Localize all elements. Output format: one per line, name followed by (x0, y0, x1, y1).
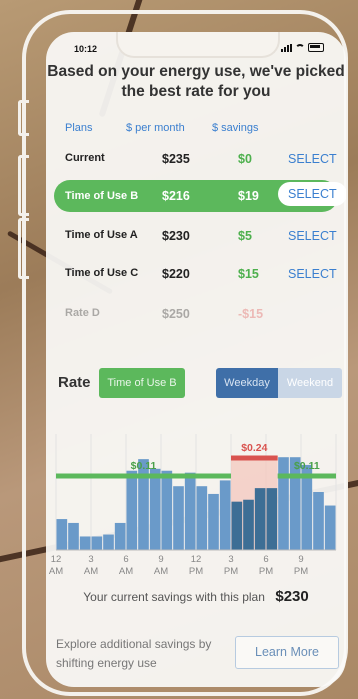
usage-bar (196, 486, 208, 550)
x-tick-label: AM (119, 566, 133, 577)
rate-label: $0.11 (131, 460, 157, 472)
plan-savings: -$15 (238, 307, 264, 321)
wifi-icon (295, 44, 305, 51)
plan-cost: $250 (162, 307, 190, 321)
x-tick-label: PM (259, 566, 273, 577)
signal-icon (281, 43, 292, 52)
usage-bar (79, 536, 91, 550)
usage-bar (149, 468, 161, 550)
plan-name: Rate D (65, 307, 100, 319)
usage-bar (313, 492, 324, 550)
usage-bar (219, 480, 231, 550)
usage-bar (254, 488, 266, 550)
usage-bar (184, 472, 196, 550)
explore-text: Explore additional savings by shifting e… (56, 637, 212, 670)
plan-cost: $235 (162, 152, 190, 166)
weekend-toggle[interactable]: Weekend (278, 368, 342, 398)
plan-savings: $0 (238, 152, 252, 166)
usage-rate-chart: $0.11$0.24$0.1112AM3AM6AM9AM12PM3PM6PM9P… (49, 434, 337, 577)
plan-cost: $230 (162, 229, 190, 243)
usage-bar (56, 519, 68, 550)
status-icons (281, 43, 324, 52)
plan-row-time-of-use-b: Time of Use B $216 $19 SELECT (54, 180, 346, 212)
side-button (18, 155, 29, 216)
x-tick-label: 12 (191, 554, 202, 565)
x-tick-label: 9 (158, 554, 163, 565)
usage-bar (161, 470, 173, 550)
plan-cost: $220 (162, 267, 190, 281)
status-time: 10:12 (74, 44, 98, 54)
usage-bar (91, 536, 103, 550)
usage-bar (266, 488, 278, 550)
plan-row-time-of-use-a: Time of Use A $230 $5 SELECT (46, 221, 346, 249)
plan-row-current: Current $235 $0 SELECT (46, 144, 346, 172)
battery-icon (308, 43, 324, 52)
x-tick-label: AM (84, 566, 98, 577)
x-tick-label: 6 (263, 554, 268, 565)
column-header-plans: Plans (65, 122, 93, 134)
usage-bar (114, 522, 126, 550)
plan-name: Time of Use A (65, 229, 138, 241)
savings-summary-value: $230 (275, 588, 309, 605)
rate-label: Rate (58, 374, 91, 391)
rate-label: $0.24 (241, 442, 267, 454)
x-tick-label: 6 (123, 554, 128, 565)
select-button[interactable]: SELECT (278, 182, 346, 206)
usage-bar (243, 499, 254, 550)
x-tick-label: AM (154, 566, 168, 577)
savings-summary: Your current savings with this plan $230 (46, 588, 346, 606)
usage-bar (68, 522, 79, 550)
x-tick-label: AM (49, 566, 63, 577)
plan-row-rate-d: Rate D $250 -$15 (46, 299, 346, 327)
x-tick-label: 3 (228, 554, 233, 565)
usage-bar (324, 505, 336, 550)
usage-bar (173, 486, 184, 550)
rate-label: $0.11 (294, 460, 320, 472)
select-button[interactable]: SELECT (288, 152, 337, 166)
column-header-per-month: $ per month (126, 122, 185, 134)
savings-summary-text: Your current savings with this plan (83, 590, 265, 604)
plan-name: Time of Use C (65, 267, 139, 279)
x-tick-label: 9 (298, 554, 303, 565)
plan-name: Current (65, 152, 105, 164)
select-button[interactable]: SELECT (288, 267, 337, 281)
plan-savings: $15 (238, 267, 259, 281)
x-tick-label: PM (224, 566, 238, 577)
side-button (18, 218, 29, 279)
usage-bar (208, 493, 219, 550)
usage-bar (138, 459, 149, 550)
column-header-savings: $ savings (212, 122, 259, 134)
plan-savings: $19 (238, 189, 259, 203)
x-tick-label: PM (189, 566, 203, 577)
usage-bar (126, 470, 138, 550)
usage-bar (278, 457, 289, 550)
plan-row-time-of-use-c: Time of Use C $220 $15 SELECT (46, 259, 346, 287)
plan-savings: $5 (238, 229, 252, 243)
x-tick-label: 3 (88, 554, 93, 565)
x-tick-label: 12 (51, 554, 62, 565)
notch (116, 32, 280, 58)
usage-bar (103, 534, 114, 550)
page-headline: Based on your energy use, we've picked t… (47, 63, 345, 100)
select-button[interactable]: SELECT (288, 229, 337, 243)
weekday-toggle[interactable]: Weekday (216, 368, 278, 398)
selected-plan-tag: Time of Use B (99, 368, 185, 398)
usage-bar (231, 501, 243, 550)
phone-screen: 10:12 Based on your energy use, we've pi… (46, 32, 346, 687)
learn-more-button[interactable]: Learn More (235, 636, 339, 669)
plan-cost: $216 (162, 189, 190, 203)
plan-name: Time of Use B (65, 190, 139, 202)
side-button (18, 100, 29, 136)
x-tick-label: PM (294, 566, 308, 577)
